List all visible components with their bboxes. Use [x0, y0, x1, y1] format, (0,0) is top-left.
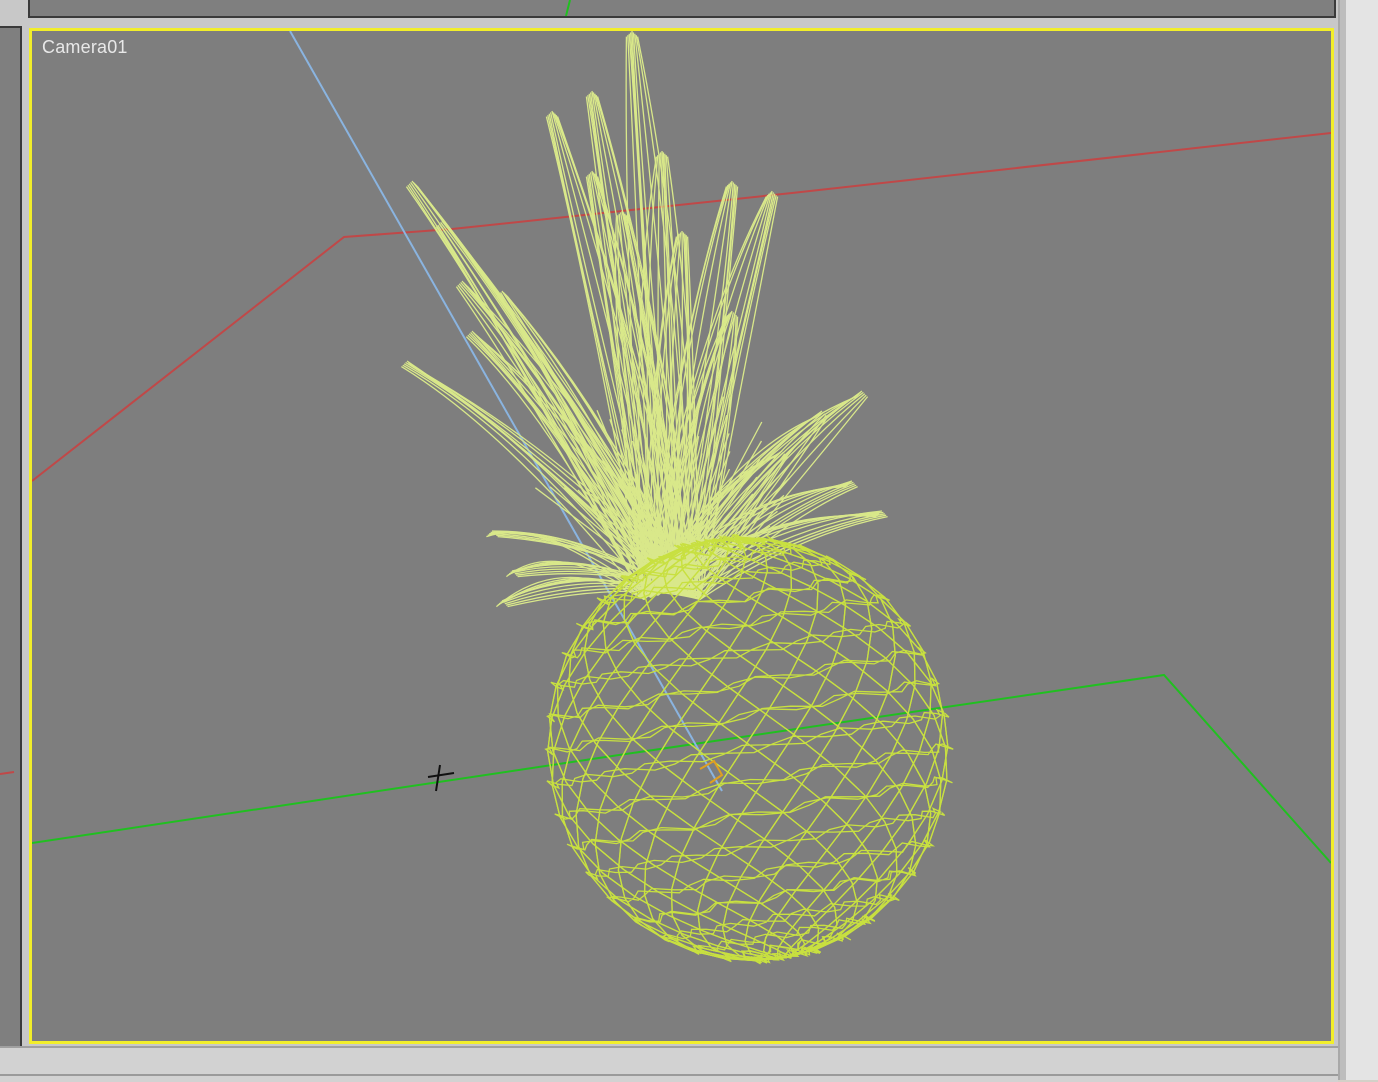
right-scroll-gutter[interactable]: [1338, 0, 1378, 1080]
viewport-top[interactable]: [28, 0, 1336, 18]
camera-viewport[interactable]: Camera01: [29, 28, 1334, 1044]
top-viewport-axis-icon: [565, 0, 571, 16]
y-axis-grid-line: [32, 673, 1331, 864]
viewport-left[interactable]: [0, 26, 22, 1048]
3d-app-window: Camera01: [0, 0, 1378, 1082]
pineapple-leaves: [401, 31, 888, 608]
viewport-label[interactable]: Camera01: [42, 37, 128, 58]
pineapple-body: [544, 533, 954, 965]
gutter-edge: [1340, 0, 1346, 1080]
bottom-divider: [0, 1074, 1338, 1076]
left-viewport-axis-icon: [0, 771, 15, 775]
scene-canvas[interactable]: [32, 31, 1331, 1041]
bottom-status-strip: [0, 1046, 1338, 1082]
crosshair-cursor-icon: [427, 764, 455, 792]
